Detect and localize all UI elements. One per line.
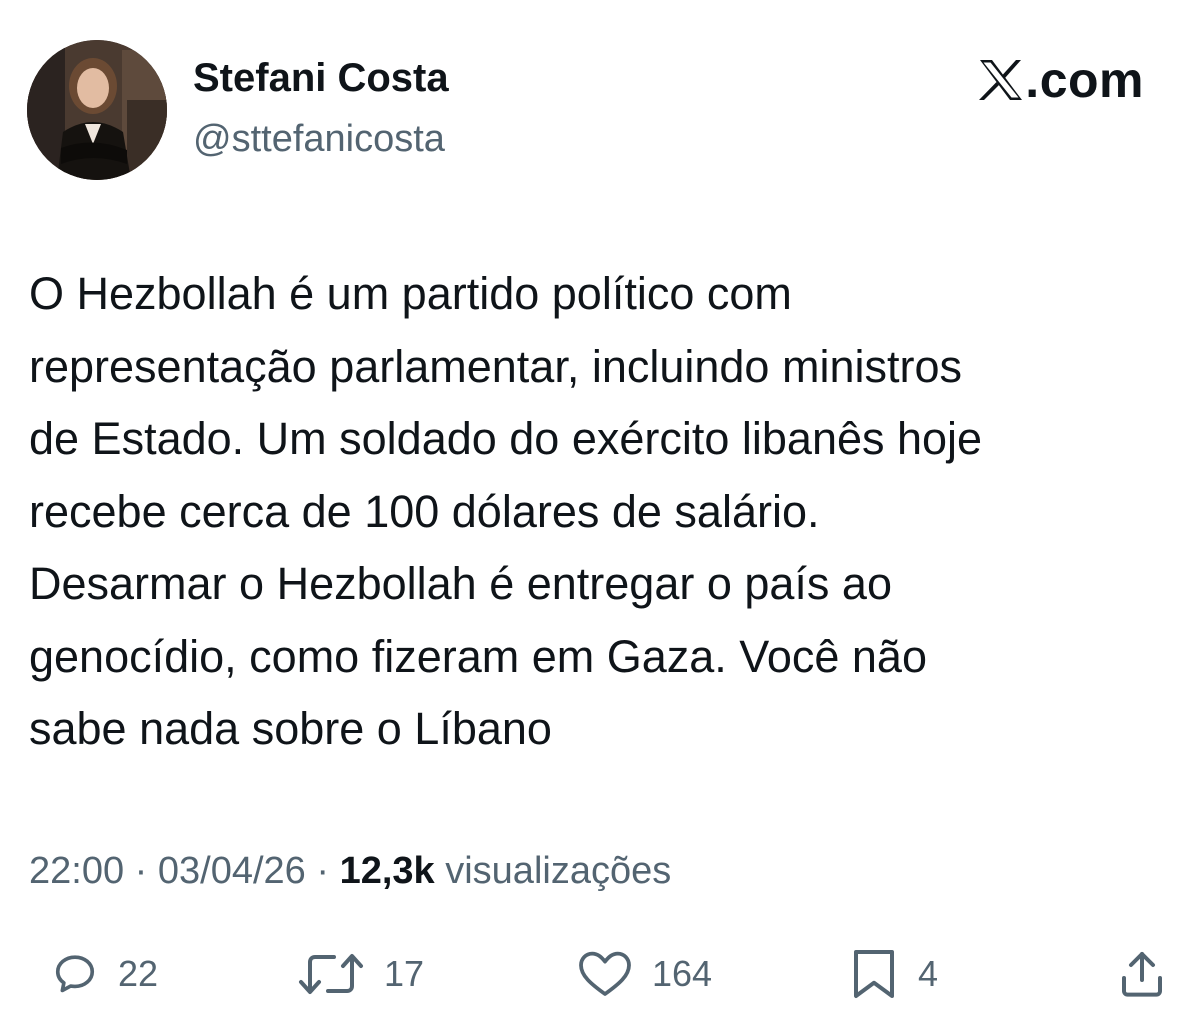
avatar[interactable] — [27, 40, 167, 180]
repost-count: 17 — [384, 953, 425, 994]
bookmark-button[interactable]: 4 — [850, 942, 938, 1006]
tweet-date[interactable]: 03/04/26 — [158, 850, 306, 892]
author-name[interactable]: Stefani Costa — [193, 52, 449, 104]
views-label: visualizações — [445, 850, 672, 892]
avatar-photo — [27, 40, 167, 180]
tweet-meta: 22:00 · 03/04/26 · 12,3k visualizações — [29, 843, 671, 899]
brand-watermark: .com — [979, 52, 1144, 108]
heart-icon — [579, 951, 631, 996]
repost-button[interactable]: 17 — [298, 942, 424, 1006]
bookmark-count: 4 — [918, 953, 939, 994]
action-bar: 22 17 164 4 — [0, 942, 1200, 1006]
like-button[interactable]: 164 — [578, 942, 712, 1006]
share-button[interactable] — [1118, 942, 1166, 1006]
like-count: 164 — [652, 953, 713, 994]
tweet-text: O Hezbollah é um partido político com re… — [29, 268, 983, 754]
repost-icon — [299, 954, 363, 994]
brand-suffix: .com — [1025, 52, 1144, 108]
meta-separator: · — [316, 850, 330, 892]
reply-icon — [55, 955, 95, 993]
reply-button[interactable]: 22 — [52, 942, 158, 1006]
bookmark-icon — [854, 950, 894, 998]
views-count: 12,3k — [339, 850, 435, 892]
author-handle[interactable]: @sttefanicosta — [193, 114, 445, 164]
share-icon — [1122, 952, 1162, 997]
tweet-time[interactable]: 22:00 — [29, 850, 124, 892]
reply-count: 22 — [118, 953, 159, 994]
x-logo-icon — [979, 60, 1023, 100]
meta-separator: · — [134, 850, 148, 892]
